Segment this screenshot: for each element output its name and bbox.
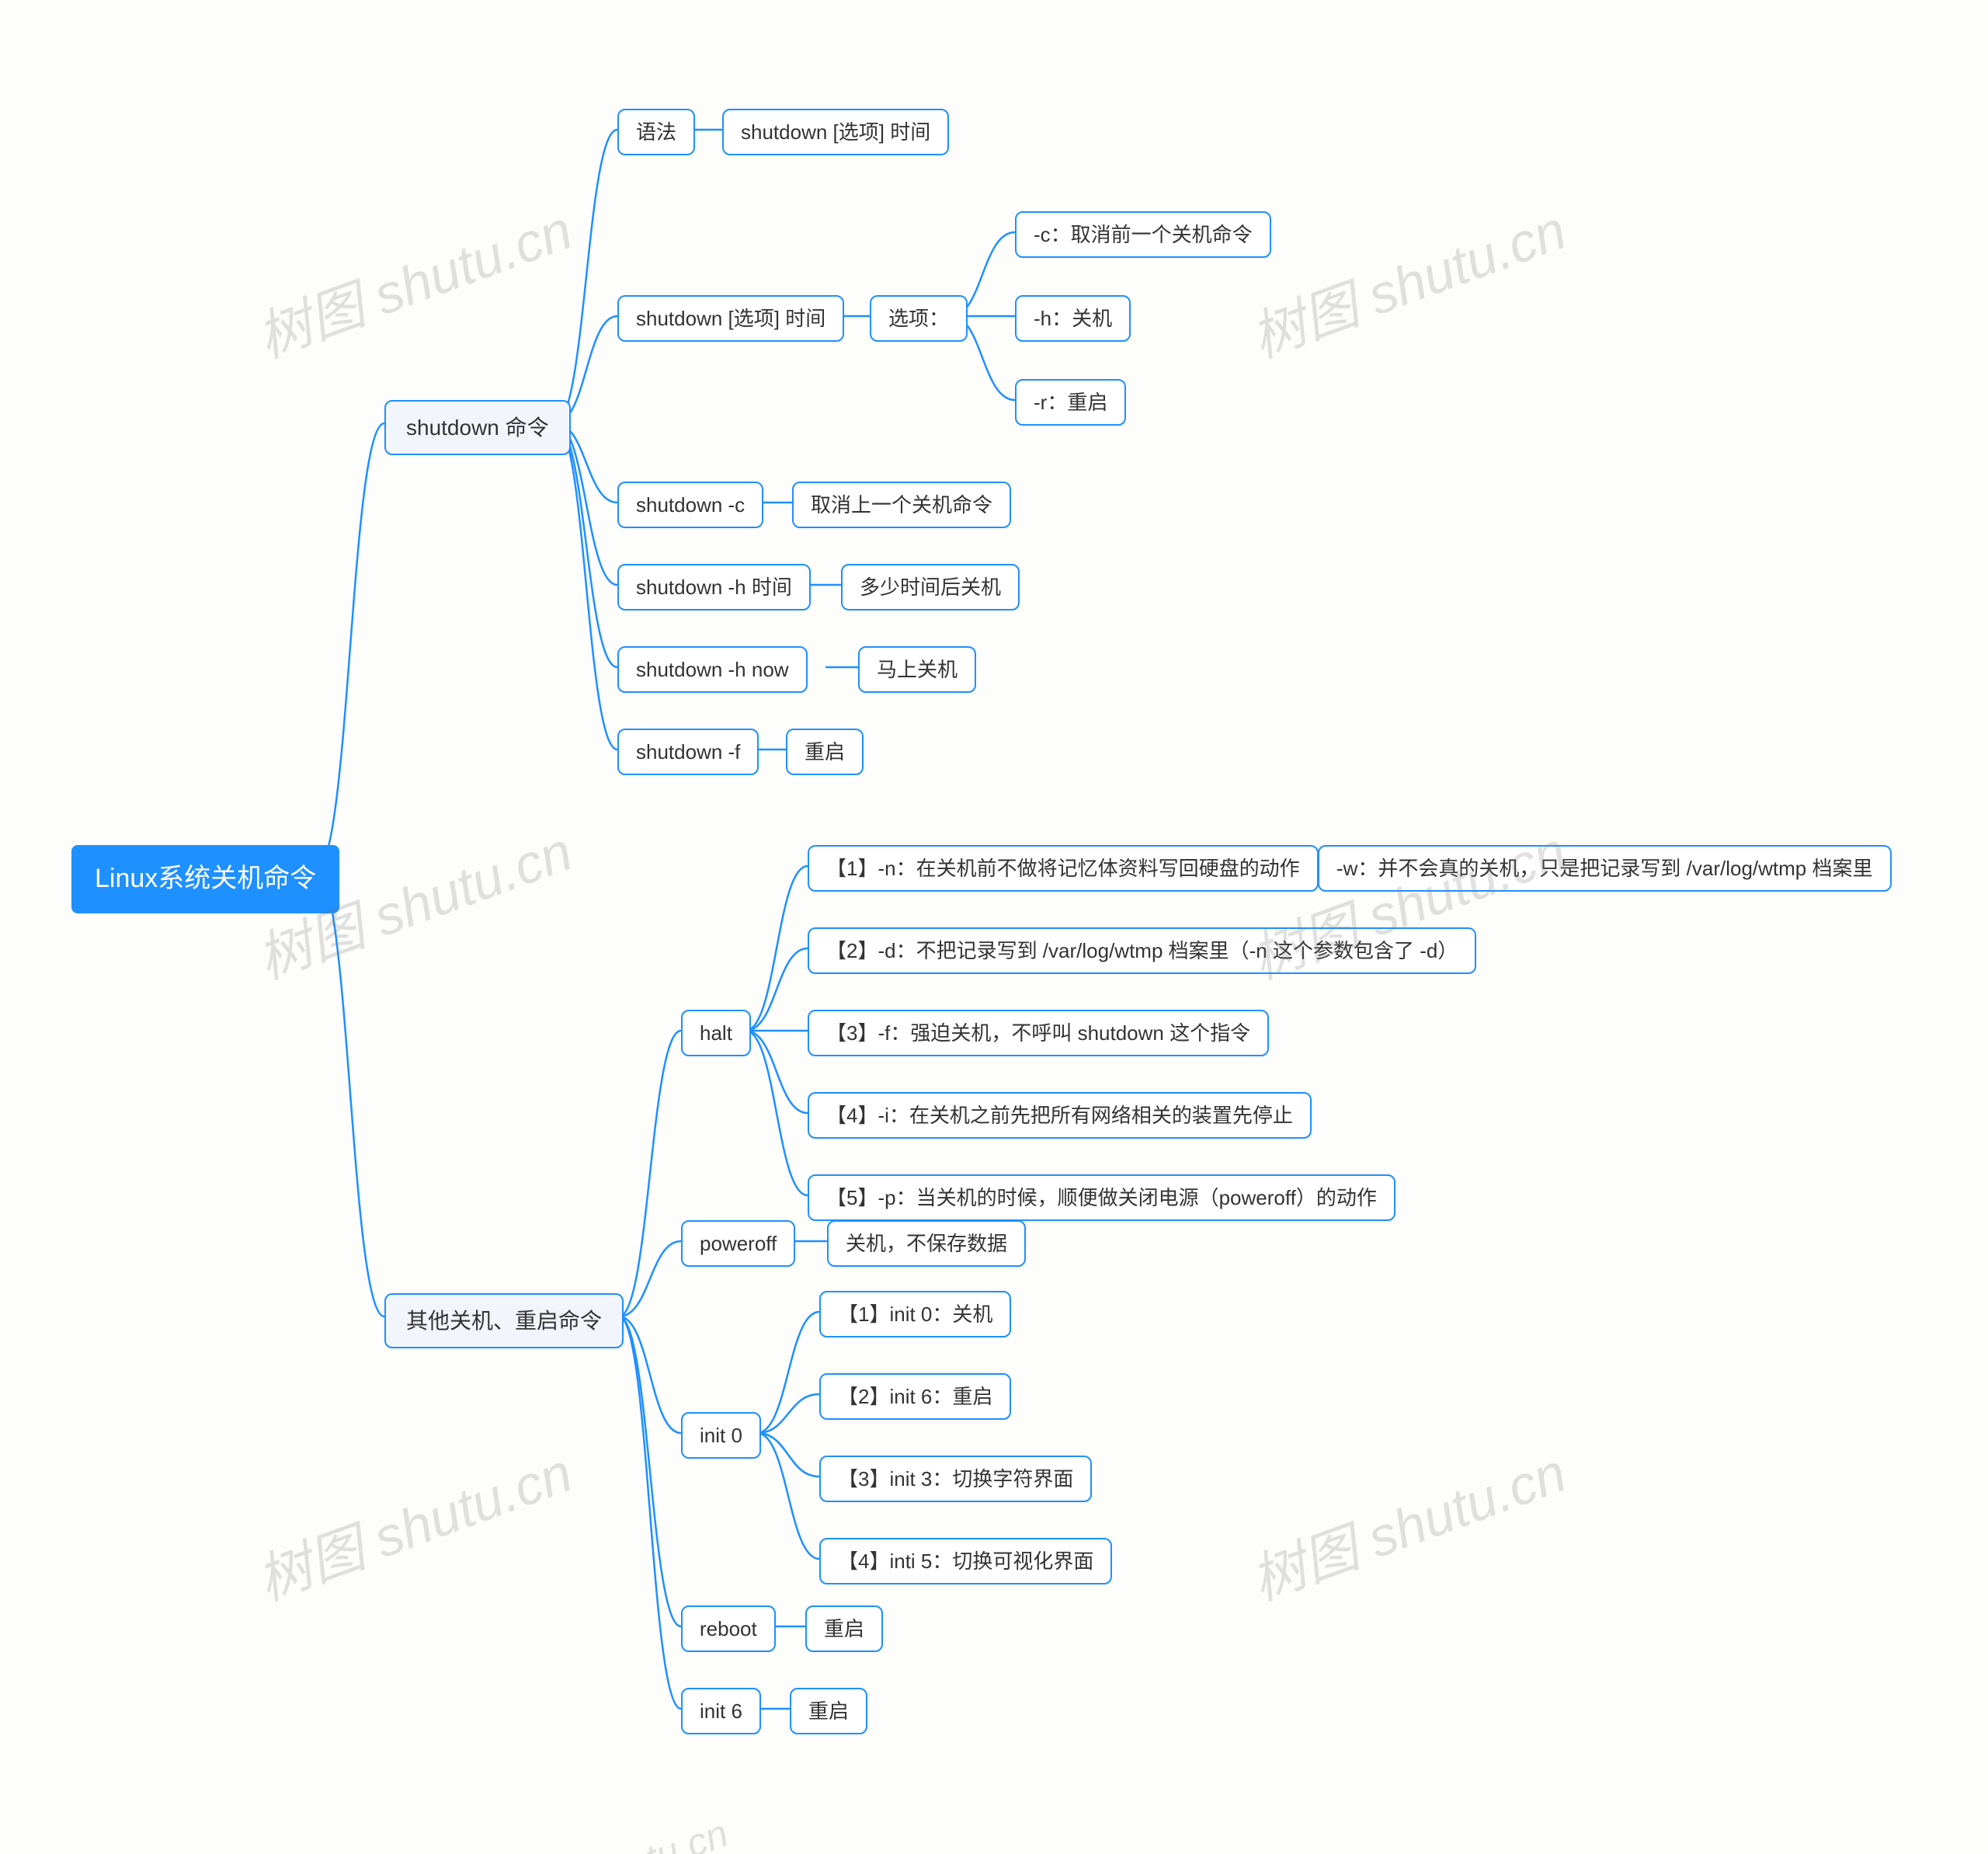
node-others[interactable]: 其他关机、重启命令 <box>384 1293 624 1348</box>
watermark: 树图 shutu.cn <box>245 187 582 374</box>
node-init0-2[interactable]: 【2】init 6：重启 <box>819 1373 1011 1420</box>
watermark: 树图 shutu.cn <box>1239 187 1576 374</box>
node-halt-f[interactable]: 【3】-f：强迫关机，不呼叫 shutdown 这个指令 <box>808 1010 1269 1056</box>
node-reboot[interactable]: reboot <box>681 1605 776 1652</box>
node-shutdown[interactable]: shutdown 命令 <box>384 400 571 455</box>
node-sd-opts-label[interactable]: 选项： <box>870 295 968 342</box>
root-node[interactable]: Linux系统关机命令 <box>71 845 339 913</box>
node-halt-p[interactable]: 【5】-p：当关机的时候，顺便做关闭电源（poweroff）的动作 <box>808 1174 1395 1221</box>
node-init0-1[interactable]: 【1】init 0：关机 <box>819 1291 1011 1337</box>
node-sd-opt-h[interactable]: -h：关机 <box>1015 295 1131 342</box>
node-halt[interactable]: halt <box>681 1010 751 1056</box>
node-sd-h-now[interactable]: shutdown -h now <box>617 646 808 693</box>
node-sd-f[interactable]: shutdown -f <box>617 729 759 775</box>
node-init0-3[interactable]: 【3】init 3：切换字符界面 <box>819 1456 1092 1502</box>
node-reboot-val[interactable]: 重启 <box>805 1605 883 1652</box>
node-halt-n[interactable]: 【1】-n：在关机前不做将记忆体资料写回硬盘的动作 <box>808 845 1319 892</box>
node-sd-f-val[interactable]: 重启 <box>786 729 864 775</box>
node-init6-val[interactable]: 重启 <box>790 1688 867 1734</box>
node-sd-h-time-val[interactable]: 多少时间后关机 <box>841 564 1020 610</box>
node-sd-h-now-val[interactable]: 马上关机 <box>858 646 976 693</box>
node-sd-c-val[interactable]: 取消上一个关机命令 <box>792 482 1011 528</box>
node-sd-opts-cmd[interactable]: shutdown [选项] 时间 <box>617 295 844 342</box>
node-sd-opt-r[interactable]: -r：重启 <box>1015 379 1126 426</box>
node-init6[interactable]: init 6 <box>681 1688 761 1734</box>
watermark: 树图 shutu.cn <box>1239 1430 1576 1616</box>
node-halt-d[interactable]: 【2】-d：不把记录写到 /var/log/wtmp 档案里（-n 这个参数包含… <box>808 927 1476 974</box>
node-sd-h-time[interactable]: shutdown -h 时间 <box>617 564 811 610</box>
node-poweroff-val[interactable]: 关机，不保存数据 <box>827 1220 1026 1267</box>
node-init0[interactable]: init 0 <box>681 1412 761 1459</box>
watermark: 树图 shutu.cn <box>245 1430 582 1616</box>
node-poweroff[interactable]: poweroff <box>681 1220 795 1267</box>
node-init0-4[interactable]: 【4】inti 5：切换可视化界面 <box>819 1538 1112 1584</box>
node-sd-c[interactable]: shutdown -c <box>617 482 763 528</box>
node-sd-syntax[interactable]: 语法 <box>617 109 695 155</box>
node-halt-i[interactable]: 【4】-i：在关机之前先把所有网络相关的装置先停止 <box>808 1092 1312 1139</box>
node-sd-syntax-val[interactable]: shutdown [选项] 时间 <box>722 109 949 155</box>
node-sd-opt-c[interactable]: -c：取消前一个关机命令 <box>1015 211 1271 258</box>
node-halt-w[interactable]: -w：并不会真的关机，只是把记录写到 /var/log/wtmp 档案里 <box>1318 845 1892 892</box>
watermark: 树图 shutu.cn <box>495 1802 735 1854</box>
